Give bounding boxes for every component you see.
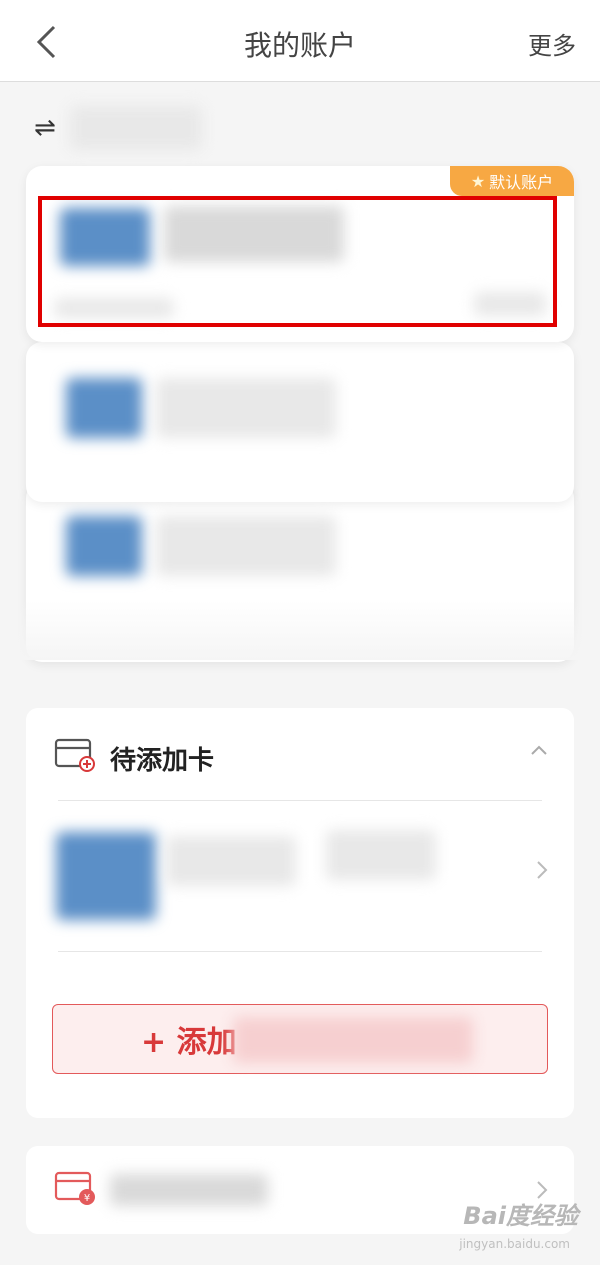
- navigation-bar: 我的账户 更多: [0, 0, 600, 82]
- default-account-label: 默认账户: [489, 173, 554, 192]
- pending-cards-title: 待添加卡: [110, 746, 215, 776]
- pending-cards-header[interactable]: 待添加卡: [26, 708, 574, 800]
- swap-arrows-icon: ⇌: [34, 113, 56, 143]
- card-add-icon: [54, 738, 95, 772]
- bank-logo-redacted: [66, 378, 142, 438]
- add-card-label: + 添加: [141, 1025, 237, 1060]
- svg-text:¥: ¥: [84, 1193, 90, 1204]
- highlight-frame: [38, 196, 557, 327]
- chevron-right-icon: [537, 861, 548, 879]
- pending-cards-section: 待添加卡 + 添加: [26, 708, 574, 1118]
- bank-name-redacted: [156, 516, 336, 576]
- card-info-redacted: [326, 830, 436, 880]
- chevron-up-icon[interactable]: [530, 744, 548, 756]
- card-stack-fade: [0, 600, 600, 660]
- add-card-button[interactable]: + 添加: [52, 1004, 548, 1074]
- bank-logo-redacted: [66, 516, 142, 576]
- account-switch[interactable]: ⇌: [34, 105, 202, 151]
- page-title: 我的账户: [243, 29, 356, 62]
- pending-card-item[interactable]: [26, 800, 574, 950]
- default-account-badge: ★ 默认账户: [450, 166, 574, 196]
- star-icon: ★: [470, 171, 486, 191]
- add-card-label-redacted: [233, 1017, 473, 1063]
- bank-name-redacted: [156, 378, 336, 438]
- account-name-redacted: [70, 106, 202, 150]
- more-button[interactable]: 更多: [528, 26, 576, 61]
- baidu-watermark: Bai度经验: [463, 1202, 578, 1230]
- bank-card-2[interactable]: [26, 342, 574, 502]
- baidu-watermark-url: jingyan.baidu.com: [459, 1237, 570, 1251]
- bank-name-redacted: [166, 836, 296, 886]
- card-coin-icon: ¥: [54, 1171, 95, 1205]
- wallet-label-redacted: [110, 1174, 268, 1206]
- divider: [58, 951, 542, 952]
- bank-logo-redacted: [56, 832, 156, 920]
